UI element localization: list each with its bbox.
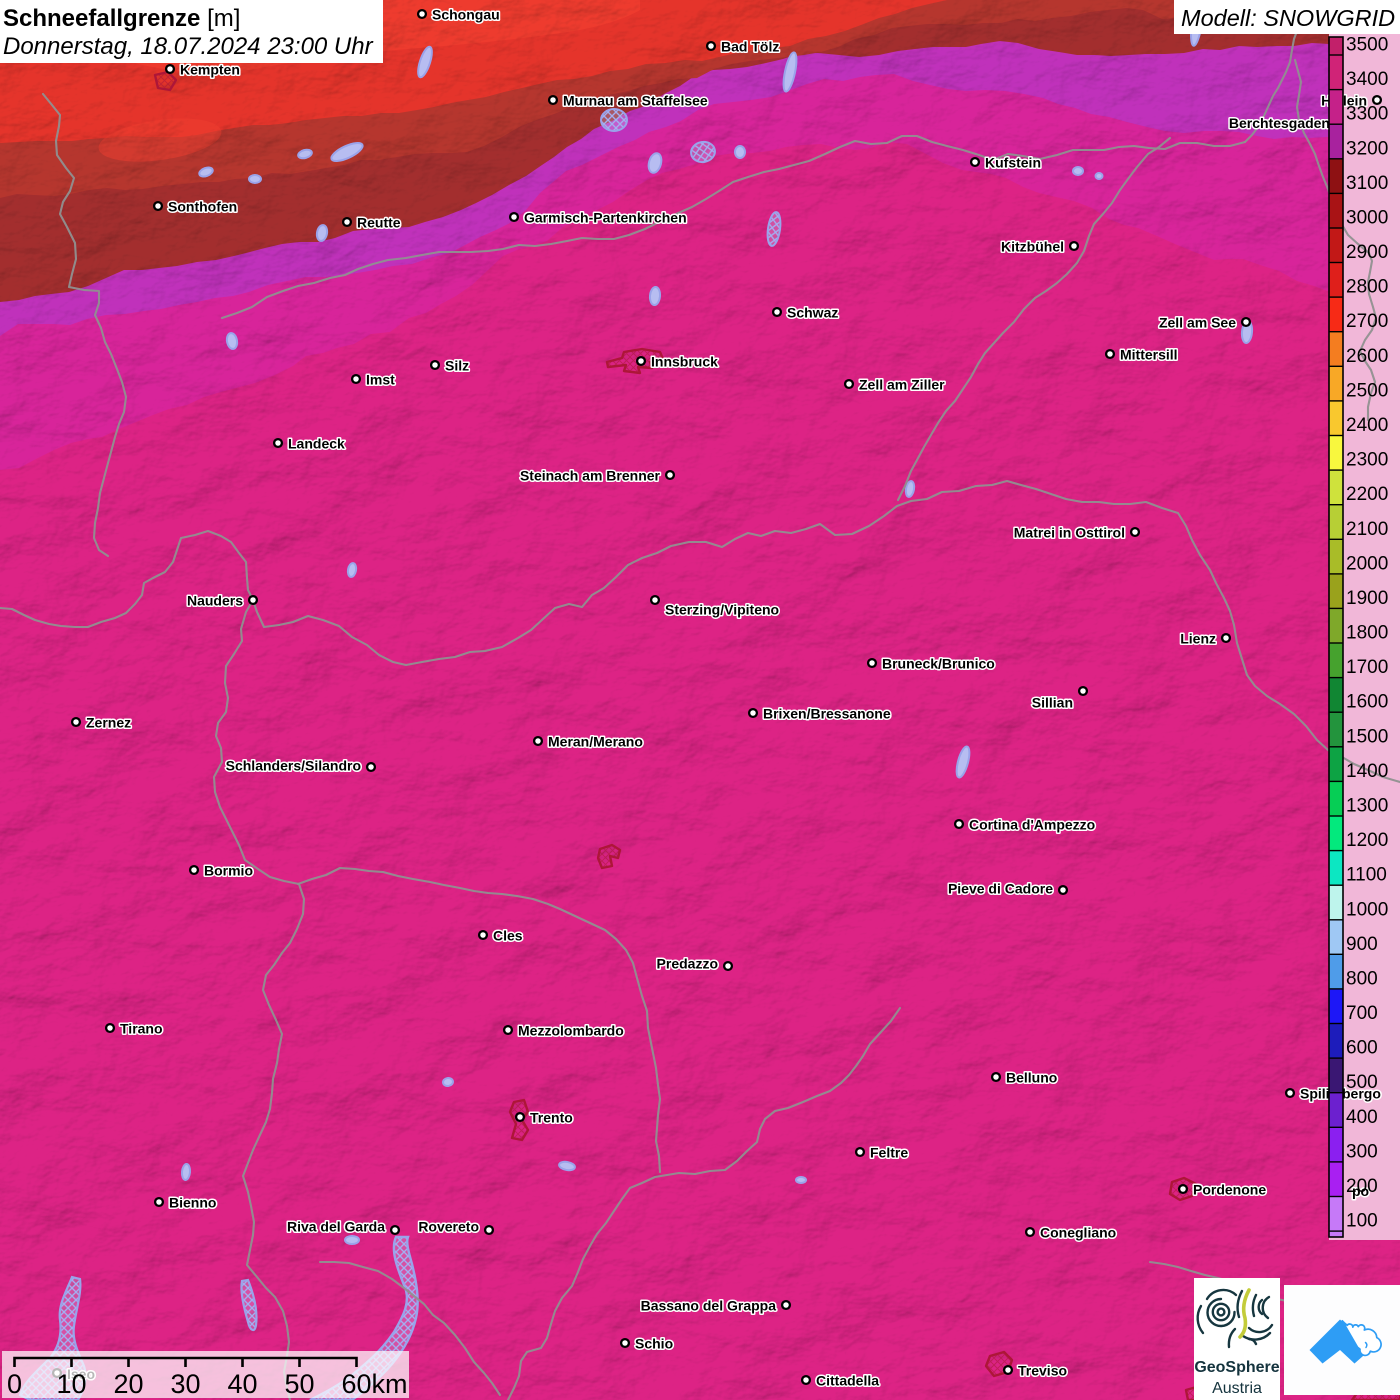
svg-text:Zell am Ziller: Zell am Ziller: [859, 377, 945, 393]
svg-text:Feltre: Feltre: [870, 1145, 908, 1161]
svg-text:60km: 60km: [342, 1369, 408, 1399]
svg-text:2400: 2400: [1346, 415, 1388, 436]
svg-text:Mittersill: Mittersill: [1120, 347, 1178, 363]
svg-text:Brixen/Bressanone: Brixen/Bressanone: [763, 706, 891, 722]
svg-text:30: 30: [170, 1369, 200, 1399]
svg-text:Schio: Schio: [635, 1336, 673, 1352]
svg-text:Reutte: Reutte: [357, 215, 401, 231]
svg-text:1200: 1200: [1346, 830, 1388, 851]
svg-text:2200: 2200: [1346, 484, 1388, 505]
svg-text:Landeck: Landeck: [288, 436, 345, 452]
svg-text:Belluno: Belluno: [1006, 1070, 1057, 1086]
svg-text:Pordenone: Pordenone: [1193, 1182, 1266, 1198]
svg-text:1400: 1400: [1346, 761, 1388, 782]
svg-text:Kempten: Kempten: [180, 62, 240, 78]
svg-text:1300: 1300: [1346, 796, 1388, 817]
svg-text:Innsbruck: Innsbruck: [651, 354, 718, 370]
svg-text:Sonthofen: Sonthofen: [168, 199, 237, 215]
svg-text:3100: 3100: [1346, 173, 1388, 194]
svg-text:2000: 2000: [1346, 553, 1388, 574]
svg-text:Kitzbühel: Kitzbühel: [1001, 239, 1064, 255]
svg-text:Silz: Silz: [445, 358, 469, 374]
svg-text:Matrei in Osttirol: Matrei in Osttirol: [1014, 525, 1125, 541]
svg-text:Rovereto: Rovereto: [418, 1219, 479, 1235]
svg-text:3000: 3000: [1346, 208, 1388, 229]
svg-text:Bassano del Grappa: Bassano del Grappa: [641, 1298, 777, 1314]
svg-text:800: 800: [1346, 968, 1378, 989]
svg-text:Cles: Cles: [493, 928, 523, 944]
svg-text:900: 900: [1346, 934, 1378, 955]
svg-text:Bienno: Bienno: [169, 1195, 216, 1211]
svg-text:Sterzing/Vipiteno: Sterzing/Vipiteno: [665, 602, 779, 618]
svg-text:40: 40: [227, 1369, 257, 1399]
svg-text:3300: 3300: [1346, 104, 1388, 125]
svg-text:Meran/Merano: Meran/Merano: [548, 734, 643, 750]
svg-text:Berchtesgaden: Berchtesgaden: [1229, 115, 1330, 131]
svg-text:10: 10: [56, 1369, 86, 1399]
svg-text:2900: 2900: [1346, 242, 1388, 263]
svg-text:Zell am See: Zell am See: [1159, 315, 1236, 331]
svg-text:Bormio: Bormio: [204, 863, 253, 879]
svg-text:Riva del Garda: Riva del Garda: [287, 1219, 385, 1235]
svg-text:Zernez: Zernez: [86, 715, 131, 731]
svg-text:Austria: Austria: [1212, 1380, 1262, 1397]
svg-text:GeoSphere: GeoSphere: [1194, 1359, 1279, 1376]
svg-text:1600: 1600: [1346, 692, 1388, 713]
svg-text:200: 200: [1346, 1176, 1378, 1197]
svg-text:Schwaz: Schwaz: [787, 305, 838, 321]
svg-text:Conegliano: Conegliano: [1040, 1225, 1116, 1241]
svg-text:Mezzolombardo: Mezzolombardo: [518, 1023, 624, 1039]
svg-text:Lienz: Lienz: [1180, 631, 1216, 647]
svg-text:2800: 2800: [1346, 277, 1388, 298]
svg-text:1100: 1100: [1346, 865, 1387, 886]
svg-text:20: 20: [113, 1369, 143, 1399]
svg-text:Cortina d'Ampezzo: Cortina d'Ampezzo: [969, 817, 1095, 833]
svg-text:1500: 1500: [1346, 726, 1388, 747]
svg-text:600: 600: [1346, 1038, 1378, 1059]
svg-text:Nauders: Nauders: [187, 593, 243, 609]
svg-text:Trento: Trento: [530, 1110, 573, 1126]
svg-text:2600: 2600: [1346, 346, 1388, 367]
svg-text:500: 500: [1346, 1072, 1378, 1093]
svg-text:Steinach am Brenner: Steinach am Brenner: [520, 468, 661, 484]
svg-text:Schlanders/Silandro: Schlanders/Silandro: [226, 758, 361, 774]
svg-text:2100: 2100: [1346, 519, 1388, 540]
svg-text:Donnerstag, 18.07.2024 23:00 U: Donnerstag, 18.07.2024 23:00 Uhr: [3, 33, 374, 60]
svg-text:Schongau: Schongau: [432, 7, 500, 23]
svg-text:Imst: Imst: [366, 372, 395, 388]
svg-text:Bruneck/Brunico: Bruneck/Brunico: [882, 656, 995, 672]
svg-text:1700: 1700: [1346, 657, 1388, 678]
svg-text:1900: 1900: [1346, 588, 1388, 609]
svg-text:3400: 3400: [1346, 69, 1388, 90]
svg-text:3500: 3500: [1346, 35, 1388, 56]
svg-text:50: 50: [284, 1369, 314, 1399]
svg-text:100: 100: [1346, 1211, 1378, 1232]
svg-text:Murnau am Staffelsee: Murnau am Staffelsee: [563, 93, 708, 109]
svg-text:Kufstein: Kufstein: [985, 155, 1041, 171]
svg-text:Sillian: Sillian: [1032, 695, 1073, 711]
svg-text:3200: 3200: [1346, 138, 1388, 159]
svg-text:2700: 2700: [1346, 311, 1388, 332]
svg-text:Tirano: Tirano: [120, 1021, 163, 1037]
svg-text:Cittadella: Cittadella: [816, 1373, 879, 1389]
svg-text:Garmisch-Partenkirchen: Garmisch-Partenkirchen: [524, 210, 687, 226]
svg-text:400: 400: [1346, 1107, 1378, 1128]
svg-text:0: 0: [7, 1369, 22, 1399]
svg-text:700: 700: [1346, 1003, 1378, 1024]
svg-text:Predazzo: Predazzo: [657, 956, 718, 972]
svg-text:Treviso: Treviso: [1018, 1363, 1067, 1379]
svg-text:2500: 2500: [1346, 380, 1388, 401]
svg-text:Schneefallgrenze [m]: Schneefallgrenze [m]: [3, 5, 240, 32]
svg-text:2300: 2300: [1346, 450, 1388, 471]
svg-text:Bad Tölz: Bad Tölz: [721, 39, 779, 55]
svg-text:300: 300: [1346, 1141, 1378, 1162]
svg-text:1000: 1000: [1346, 899, 1388, 920]
svg-text:Pieve di Cadore: Pieve di Cadore: [948, 881, 1053, 897]
svg-text:Modell: SNOWGRID: Modell: SNOWGRID: [1181, 5, 1395, 31]
svg-text:1800: 1800: [1346, 623, 1388, 644]
